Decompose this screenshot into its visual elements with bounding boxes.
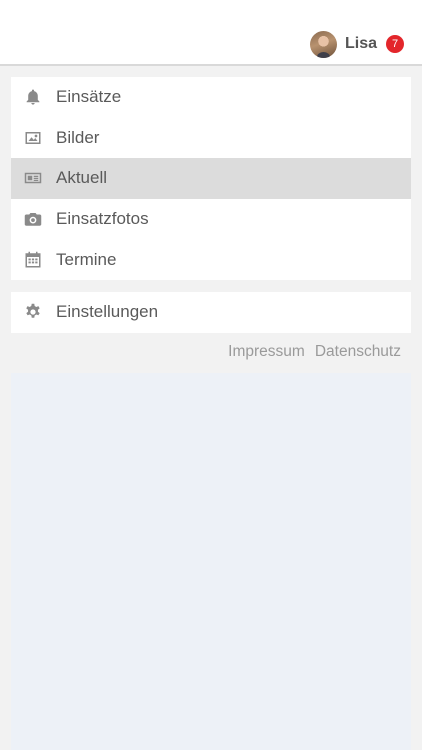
datenschutz-link[interactable]: Datenschutz <box>315 343 401 361</box>
user-name[interactable]: Lisa <box>345 35 377 53</box>
menu-item-label: Einsätze <box>56 87 122 107</box>
app-header: Lisa 7 <box>0 0 422 66</box>
menu-item-label: Termine <box>56 249 117 269</box>
calendar-icon <box>24 251 42 269</box>
footer-links: Impressum Datenschutz <box>228 343 401 361</box>
impressum-link[interactable]: Impressum <box>228 343 305 361</box>
menu-item-einsatzfotos[interactable]: Einsatzfotos <box>11 199 411 240</box>
settings-menu: Einstellungen <box>11 292 411 333</box>
notification-badge[interactable]: 7 <box>386 35 404 53</box>
menu-item-label: Aktuell <box>56 168 108 188</box>
image-icon <box>24 129 42 147</box>
content-area <box>11 373 411 750</box>
menu-item-aktuell[interactable]: Aktuell <box>11 158 411 199</box>
gear-icon <box>24 303 42 321</box>
menu-item-einstellungen[interactable]: Einstellungen <box>11 292 411 333</box>
menu-item-bilder[interactable]: Bilder <box>11 118 411 159</box>
newspaper-icon <box>24 169 42 187</box>
main-menu: Einsätze Bilder Aktuell Einsatzfotos Ter… <box>11 77 411 280</box>
avatar[interactable] <box>309 30 337 58</box>
menu-item-label: Bilder <box>56 127 100 147</box>
bell-icon <box>24 88 42 106</box>
camera-icon <box>24 210 42 228</box>
menu-item-label: Einstellungen <box>56 302 159 322</box>
menu-item-label: Einsatzfotos <box>56 209 149 229</box>
menu-item-termine[interactable]: Termine <box>11 239 411 280</box>
user-menu[interactable]: Lisa 7 <box>309 29 404 59</box>
menu-item-einsaetze[interactable]: Einsätze <box>11 77 411 118</box>
